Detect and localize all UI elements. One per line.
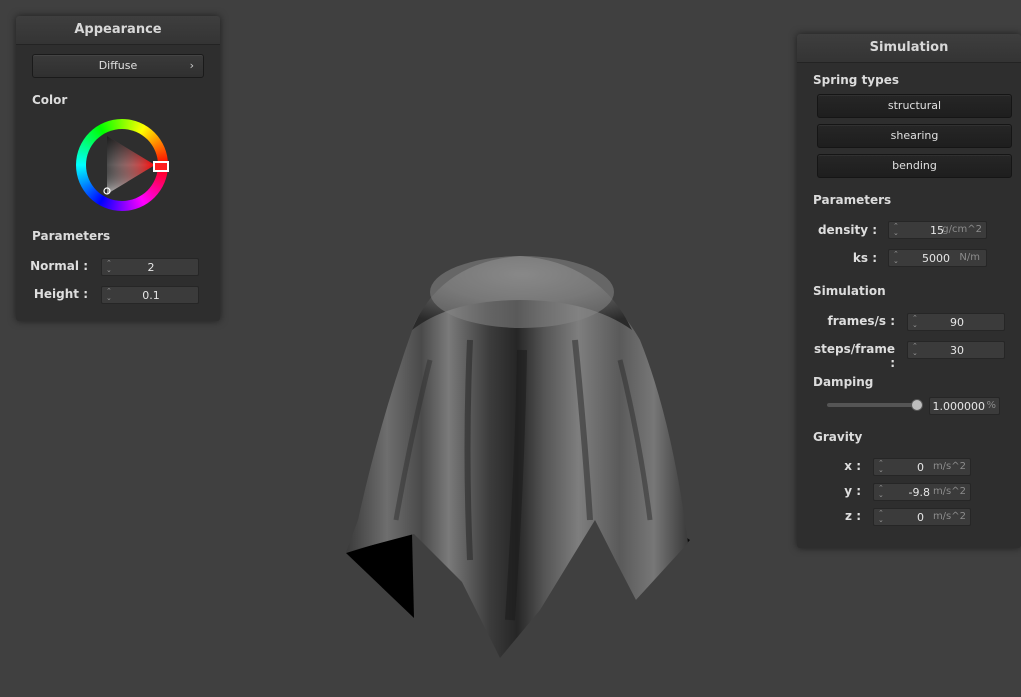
appearance-title: Appearance bbox=[16, 16, 220, 45]
density-unit: g/cm^2 bbox=[942, 224, 982, 235]
spinner-icon[interactable]: ⌃ ⌄ bbox=[878, 485, 884, 499]
gravity-z-label: z : bbox=[845, 509, 861, 523]
gravity-y-label: y : bbox=[844, 484, 861, 498]
gravity-y-input[interactable]: ⌃ ⌄ -9.8 m/s^2 bbox=[873, 483, 971, 501]
appearance-panel: Appearance Diffuse › Color Parameters No… bbox=[16, 16, 220, 321]
gravity-z-value: 0 bbox=[917, 511, 924, 524]
gravity-x-label: x : bbox=[844, 459, 861, 473]
height-input[interactable]: ⌃ ⌄ 0.1 bbox=[101, 286, 199, 304]
damping-input[interactable]: 1.000000 % bbox=[929, 397, 1000, 415]
simulation-title: Simulation bbox=[797, 34, 1021, 63]
hue-marker[interactable] bbox=[153, 161, 169, 172]
bending-button[interactable]: bending bbox=[817, 154, 1012, 178]
spinner-icon[interactable]: ⌃ ⌄ bbox=[893, 223, 899, 237]
steps-label: steps/frame : bbox=[813, 342, 895, 370]
simulation-section-label: Simulation bbox=[813, 284, 886, 298]
structural-button[interactable]: structural bbox=[817, 94, 1012, 118]
gravity-label: Gravity bbox=[813, 430, 863, 444]
shader-dropdown-label: Diffuse bbox=[98, 59, 138, 72]
shearing-button[interactable]: shearing bbox=[817, 124, 1012, 148]
cloth-dome-highlight bbox=[430, 256, 614, 328]
density-input[interactable]: ⌃ ⌄ 15 g/cm^2 bbox=[888, 221, 987, 239]
damping-unit: % bbox=[986, 400, 996, 411]
gravity-x-unit: m/s^2 bbox=[932, 461, 966, 472]
appearance-parameters-label: Parameters bbox=[32, 229, 111, 243]
spring-types-label: Spring types bbox=[813, 73, 900, 87]
spinner-icon[interactable]: ⌃ ⌄ bbox=[893, 251, 899, 265]
gravity-y-unit: m/s^2 bbox=[932, 486, 966, 497]
gravity-y-value: -9.8 bbox=[908, 486, 930, 499]
normal-input[interactable]: ⌃ ⌄ 2 bbox=[101, 258, 199, 276]
spinner-icon[interactable]: ⌃ ⌄ bbox=[878, 510, 884, 524]
damping-value: 1.000000 bbox=[932, 400, 986, 413]
spinner-icon[interactable]: ⌃ ⌄ bbox=[878, 460, 884, 474]
fps-value: 90 bbox=[950, 316, 964, 329]
gravity-z-input[interactable]: ⌃ ⌄ 0 m/s^2 bbox=[873, 508, 971, 526]
ks-input[interactable]: ⌃ ⌄ 5000 N/m bbox=[888, 249, 987, 267]
color-label: Color bbox=[32, 93, 68, 107]
ks-value: 5000 bbox=[922, 252, 950, 265]
color-wheel[interactable] bbox=[76, 119, 169, 211]
density-label: density : bbox=[817, 223, 877, 237]
ks-unit: N/m bbox=[959, 252, 980, 263]
damping-slider-knob[interactable] bbox=[911, 399, 923, 411]
steps-input[interactable]: ⌃ ⌄ 30 bbox=[907, 341, 1005, 359]
steps-value: 30 bbox=[950, 344, 964, 357]
fps-label: frames/s : bbox=[827, 314, 895, 328]
shader-dropdown-button[interactable]: Diffuse › bbox=[32, 54, 204, 78]
cloth-fold bbox=[464, 339, 473, 561]
damping-label: Damping bbox=[813, 375, 874, 389]
normal-value: 2 bbox=[147, 261, 155, 274]
fps-input[interactable]: ⌃ ⌄ 90 bbox=[907, 313, 1005, 331]
gravity-x-value: 0 bbox=[917, 461, 924, 474]
chevron-right-icon: › bbox=[189, 59, 194, 72]
simulation-panel: Simulation Spring types structural shear… bbox=[797, 34, 1021, 548]
ks-label: ks : bbox=[852, 251, 877, 265]
normal-label: Normal : bbox=[30, 259, 88, 273]
damping-slider-fill bbox=[827, 403, 917, 407]
sim-parameters-label: Parameters bbox=[813, 193, 892, 207]
damping-slider[interactable] bbox=[827, 399, 923, 411]
height-label: Height : bbox=[33, 287, 88, 301]
gravity-z-unit: m/s^2 bbox=[932, 511, 966, 522]
gravity-x-input[interactable]: ⌃ ⌄ 0 m/s^2 bbox=[873, 458, 971, 476]
height-value: 0.1 bbox=[142, 289, 160, 302]
